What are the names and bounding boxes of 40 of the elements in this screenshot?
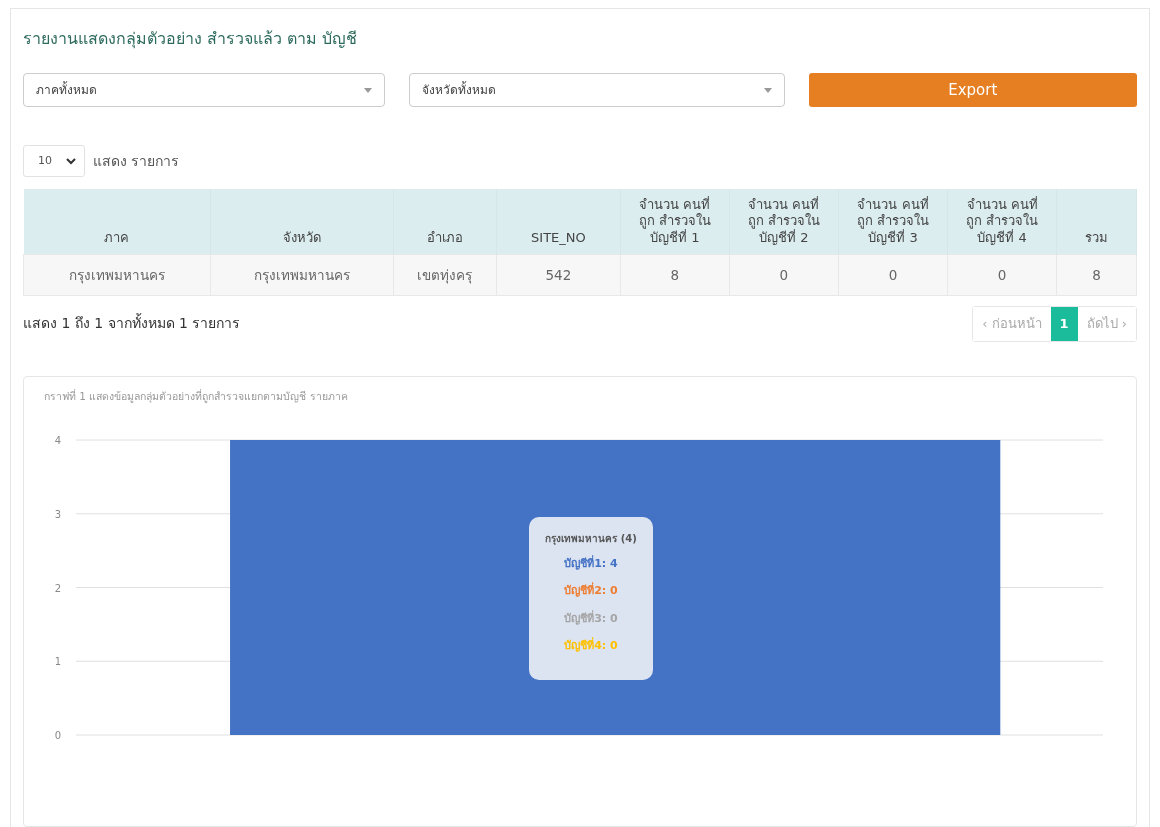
table-cell: 542 [496,254,621,296]
column-header: จำนวน คนที่ถูก สำรวจใน บัญชีที่ 1 [620,189,730,255]
table-cell: 8 [1056,254,1137,296]
page-length-label: แสดง รายการ [93,151,180,171]
table-cell: 0 [838,254,948,296]
y-axis-label: 1 [54,656,61,668]
chevron-down-icon [66,157,76,165]
table-cell: 8 [620,254,730,296]
table-cell: กรุงเทพมหานคร [23,254,211,296]
column-header: จังหวัด [210,189,394,255]
y-axis-label: 2 [54,582,61,594]
table-cell: 0 [947,254,1057,296]
y-axis-label: 3 [54,509,61,520]
region-select[interactable]: ภาคทั้งหมด [23,73,386,107]
table-info: แสดง 1 ถึง 1 จากทั้งหมด 1 รายการ [23,313,241,334]
caret-icon [763,87,772,93]
column-header: ภาค [23,189,211,255]
report-title: รายงานแสดงกลุ่มตัวอย่าง สำรวจแล้ว ตาม บัญชี [23,28,359,51]
tooltip-line: บัญชีที่3: 0 [563,610,619,627]
column-header: SITE_NO [496,189,621,255]
chart-title: กราฟที่ 1 แสดงข้อมูลกลุ่มตัวอย่างที่ถูกสำรวจแยกตามบัญชี รายภาค [44,388,349,405]
column-header: รวม [1056,189,1137,255]
caret-icon [364,87,373,93]
tooltip-line: บัญชีที่4: 0 [563,638,619,654]
page-length-select[interactable]: 10 [23,145,85,177]
tooltip-line: บัญชีที่2: 0 [563,583,619,599]
export-button[interactable]: Export [808,73,1137,107]
column-header: อำเภอ [393,189,497,255]
table-cell: เขตทุ่งครุ [393,254,497,296]
province-select[interactable]: จังหวัดทั้งหมด [409,73,785,107]
column-header: จำนวน คนที่ถูก สำรวจใน บัญชีที่ 4 [947,189,1057,255]
tooltip-title: กรุงเทพมหานคร (4) [544,531,638,546]
y-axis-label: 0 [54,730,61,742]
page-button[interactable]: 1 [1050,307,1078,341]
tooltip-line: บัญชีที่1: 4 [563,555,619,572]
y-axis-label: 4 [54,435,61,447]
column-header: จำนวน คนที่ถูก สำรวจใน บัญชีที่ 2 [729,189,839,255]
table-cell: กรุงเทพมหานคร [210,254,394,296]
column-header: จำนวน คนที่ถูก สำรวจใน บัญชีที่ 3 [838,189,948,255]
table-cell: 0 [729,254,839,296]
